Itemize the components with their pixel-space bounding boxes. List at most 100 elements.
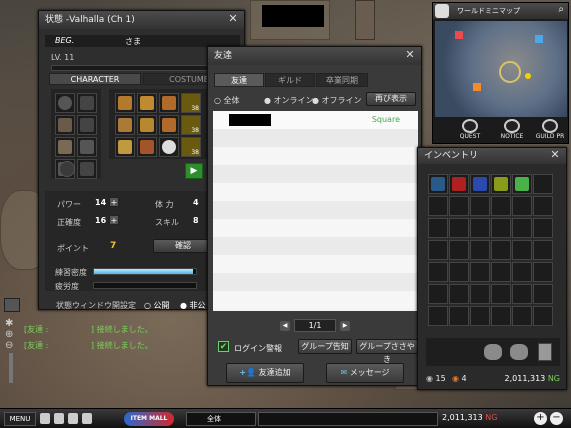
inventory-slot[interactable] — [449, 218, 469, 238]
inventory-slot[interactable] — [428, 284, 448, 304]
confirm-button[interactable]: 確認 — [153, 239, 213, 253]
equip-slot[interactable] — [115, 115, 135, 135]
inventory-slot[interactable] — [470, 218, 490, 238]
equip-slot[interactable] — [77, 159, 97, 179]
status-window-title[interactable]: 状態 -Valhalla (Ch 1) — [39, 11, 244, 29]
inventory-slot[interactable] — [449, 196, 469, 216]
tab-character[interactable]: CHARACTER — [49, 73, 141, 85]
radio-private[interactable]: ● 非公 — [180, 300, 206, 311]
equip-slot[interactable] — [55, 115, 75, 135]
inventory-slot[interactable] — [512, 174, 532, 194]
equip-slot[interactable] — [137, 93, 157, 113]
page-next-icon[interactable]: ▶ — [340, 321, 350, 331]
consumable-slot[interactable]: 38 — [181, 115, 201, 135]
inventory-slot[interactable] — [449, 284, 469, 304]
item-mall-button[interactable]: ITEM MALL — [124, 412, 174, 426]
equip-slot[interactable] — [77, 115, 97, 135]
inventory-slot[interactable] — [512, 218, 532, 238]
minus-icon[interactable]: ⊖ — [5, 340, 19, 351]
inventory-slot[interactable] — [449, 262, 469, 282]
message-button[interactable]: ✉ メッセージ — [326, 363, 404, 383]
search-icon[interactable]: ⌕ — [558, 4, 564, 15]
tab-friends[interactable]: 友達 — [214, 73, 264, 87]
inventory-slot[interactable] — [533, 262, 553, 282]
inventory-slot[interactable] — [470, 174, 490, 194]
zoom-in-icon[interactable]: + — [534, 412, 547, 425]
add-friend-button[interactable]: +👤 友達追加 — [226, 363, 304, 383]
list-item[interactable] — [213, 147, 418, 165]
list-item[interactable] — [213, 219, 418, 237]
equip-slot[interactable] — [77, 93, 97, 113]
tab-guild[interactable]: ギルド — [265, 73, 315, 87]
list-item[interactable] — [213, 291, 418, 309]
inventory-slot[interactable] — [428, 218, 448, 238]
inventory-slot[interactable] — [470, 284, 490, 304]
play-icon[interactable]: ▶ — [185, 163, 203, 179]
sort-icon[interactable] — [484, 344, 502, 360]
close-icon[interactable]: ✕ — [548, 148, 562, 162]
guild-pr-button[interactable]: GUILD PR — [533, 119, 567, 143]
chest-icon[interactable] — [54, 413, 64, 424]
inventory-slot[interactable] — [491, 284, 511, 304]
plus-icon[interactable]: ⊕ — [5, 329, 19, 340]
login-alert-checkbox[interactable]: ✔ — [218, 341, 229, 352]
inventory-slot[interactable] — [470, 262, 490, 282]
menu-button[interactable]: MENU — [4, 412, 36, 426]
consumable-slot[interactable]: 38 — [181, 93, 201, 113]
list-item[interactable] — [213, 273, 418, 291]
friends-window-title[interactable]: 友達 — [208, 47, 421, 65]
chat-scrollbar[interactable] — [9, 353, 13, 383]
inventory-title[interactable]: インベントリ — [418, 148, 566, 164]
chat-input[interactable] — [258, 412, 438, 426]
chat-channel-select[interactable]: 全体 — [186, 412, 256, 426]
list-item[interactable] — [213, 183, 418, 201]
equip-slot[interactable] — [159, 93, 179, 113]
list-item[interactable] — [213, 201, 418, 219]
page-prev-icon[interactable]: ◀ — [280, 321, 290, 331]
community-icon[interactable] — [68, 413, 78, 424]
inventory-slot[interactable] — [491, 218, 511, 238]
inventory-slot[interactable] — [491, 196, 511, 216]
inventory-slot[interactable] — [449, 240, 469, 260]
minimap-toggle-icon[interactable] — [435, 4, 449, 18]
minimap-view[interactable] — [435, 21, 567, 117]
group-notice-button[interactable]: グループ告知 — [298, 339, 352, 354]
inventory-slot[interactable] — [533, 218, 553, 238]
group-whisper-button[interactable]: グループささやき — [356, 339, 418, 364]
inventory-slot[interactable] — [428, 306, 448, 326]
inventory-slot[interactable] — [470, 240, 490, 260]
inventory-slot[interactable] — [428, 174, 448, 194]
equip-slot[interactable] — [159, 115, 179, 135]
filter-offline[interactable]: ● オフライン — [312, 95, 362, 106]
inventory-slot[interactable] — [533, 306, 553, 326]
gear-icon[interactable]: ✱ — [5, 318, 19, 329]
inventory-slot[interactable] — [512, 284, 532, 304]
inventory-slot[interactable] — [533, 196, 553, 216]
equip-slot[interactable] — [77, 137, 97, 157]
filter-all[interactable]: ○ 全体 — [214, 95, 240, 106]
inventory-slot[interactable] — [512, 240, 532, 260]
list-item[interactable] — [213, 237, 418, 255]
inventory-slot[interactable] — [491, 174, 511, 194]
inventory-slot[interactable] — [512, 262, 532, 282]
inventory-slot[interactable] — [428, 196, 448, 216]
inventory-slot[interactable] — [533, 284, 553, 304]
inventory-slot[interactable] — [491, 262, 511, 282]
inventory-slot[interactable] — [449, 306, 469, 326]
close-icon[interactable]: ✕ — [226, 12, 240, 26]
inventory-slot[interactable] — [491, 240, 511, 260]
plus-icon[interactable]: + — [109, 215, 119, 225]
filter-online[interactable]: ● オンライン — [264, 95, 314, 106]
equip-slot[interactable] — [115, 137, 135, 157]
equip-slot[interactable] — [137, 137, 157, 157]
equip-slot[interactable] — [159, 137, 179, 157]
equip-slot[interactable] — [55, 137, 75, 157]
inventory-slot[interactable] — [428, 240, 448, 260]
inventory-slot[interactable] — [428, 262, 448, 282]
character-icon[interactable] — [40, 413, 50, 424]
trash-icon[interactable] — [538, 343, 552, 361]
inventory-slot[interactable] — [470, 306, 490, 326]
inventory-slot[interactable] — [449, 174, 469, 194]
list-item[interactable] — [213, 165, 418, 183]
world-minimap[interactable]: ワールドミニマップ ⌕ QUEST NOTICE GUILD PR — [432, 2, 569, 144]
